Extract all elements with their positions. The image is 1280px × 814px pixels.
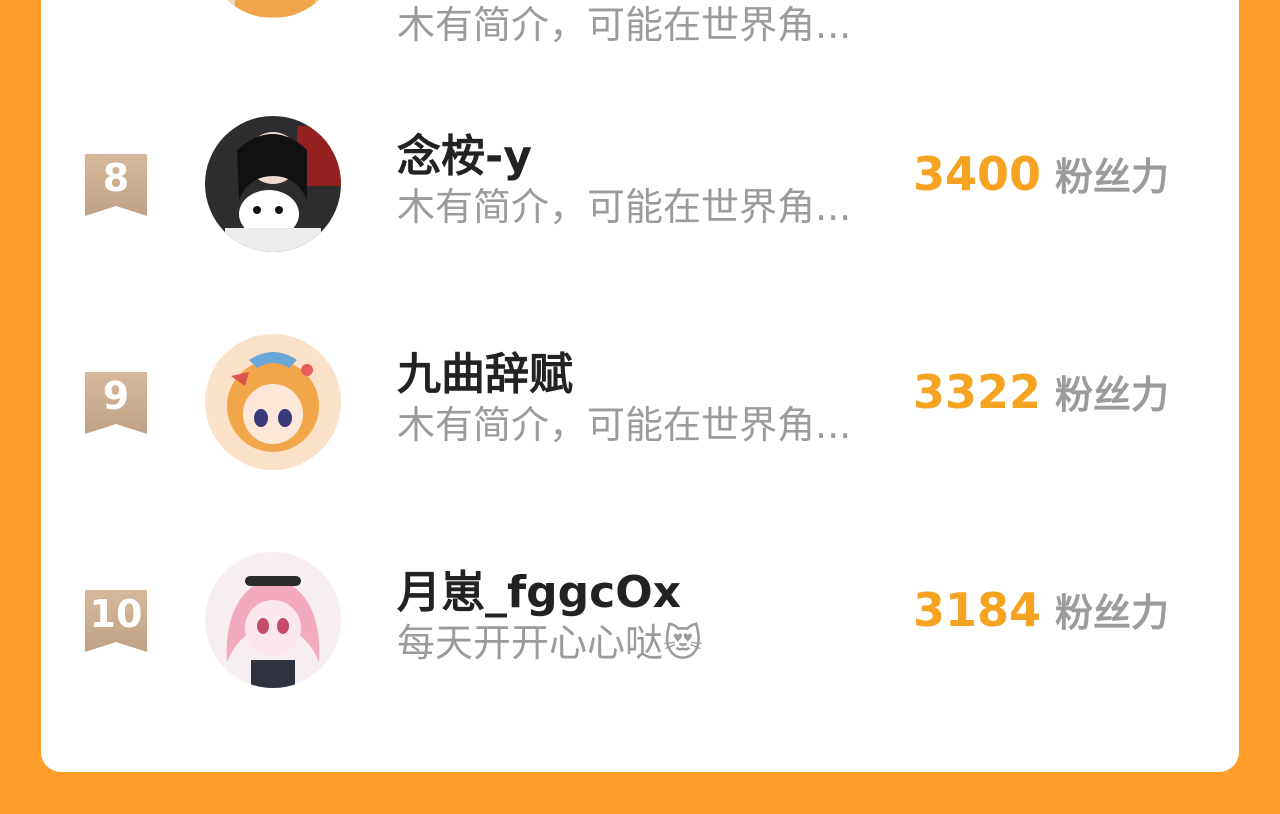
fans-stat: 3184 粉丝力 <box>913 582 1169 637</box>
list-item[interactable]: 9 九曲辞赋 木有简介，可能在世界角... 3322 粉丝力 <box>41 316 1239 496</box>
fans-count: 3322 <box>912 365 1041 419</box>
avatar-icon <box>205 334 341 470</box>
list-item[interactable]: 木有简介，可能在世界角... <box>41 0 1239 47</box>
fans-count: 3400 <box>912 147 1041 201</box>
fans-stat: 3400 粉丝力 <box>913 146 1169 201</box>
bio-text: 木有简介，可能在世界角... <box>397 3 852 47</box>
avatar[interactable] <box>205 0 341 18</box>
ranking-card: 木有简介，可能在世界角... 8 念桉-y 木有简介，可能在世界角... 340… <box>41 0 1239 772</box>
bio-text: 每天开开心心哒😻 <box>397 621 703 665</box>
fans-stat: 3322 粉丝力 <box>913 364 1169 419</box>
rank-badge: 10 <box>85 590 147 654</box>
rank-number: 10 <box>89 592 143 636</box>
user-name[interactable]: 九曲辞赋 <box>397 338 573 402</box>
bio-text: 木有简介，可能在世界角... <box>397 403 852 447</box>
user-name[interactable]: 月崽_fggcOx <box>397 556 681 620</box>
avatar-icon <box>205 552 341 688</box>
rank-badge: 8 <box>85 154 147 218</box>
rank-badge: 9 <box>85 372 147 436</box>
avatar[interactable] <box>205 116 341 252</box>
list-item[interactable]: 8 念桉-y 木有简介，可能在世界角... 3400 粉丝力 <box>41 98 1239 278</box>
rank-number: 9 <box>102 374 130 418</box>
user-name[interactable]: 念桉-y <box>397 120 532 184</box>
avatar-icon <box>205 0 341 18</box>
fans-label: 粉丝力 <box>1054 155 1169 199</box>
list-item[interactable]: 10 月崽_fggcOx 每天开开心心哒😻 3184 粉丝力 <box>41 534 1239 714</box>
fans-label: 粉丝力 <box>1054 373 1169 417</box>
avatar[interactable] <box>205 552 341 688</box>
bio-text: 木有简介，可能在世界角... <box>397 185 852 229</box>
fans-count: 3184 <box>912 583 1041 637</box>
rank-number: 8 <box>102 156 130 200</box>
avatar-icon <box>205 116 341 252</box>
avatar[interactable] <box>205 334 341 470</box>
fans-label: 粉丝力 <box>1054 591 1169 635</box>
